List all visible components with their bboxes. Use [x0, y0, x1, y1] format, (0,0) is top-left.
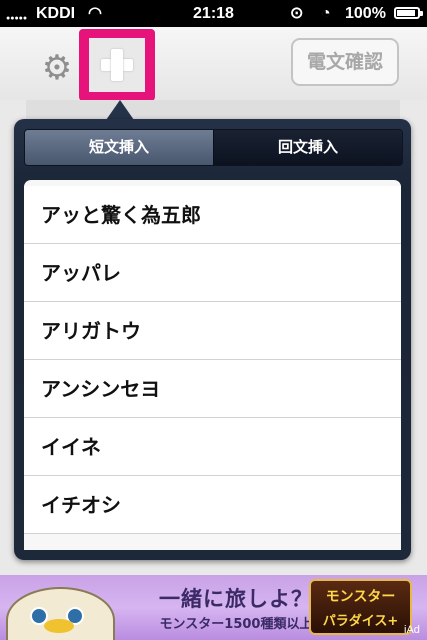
list-item[interactable]: イチオシ	[24, 476, 401, 534]
tab-short-text[interactable]: 短文挿入	[25, 130, 213, 165]
list-item[interactable]: アリガトウ	[24, 302, 401, 360]
list-item[interactable]: イイネ	[24, 418, 401, 476]
status-bar: ●●●●● KDDI ◠ 21:18 ⊙ ◔ 100%	[0, 0, 427, 27]
gear-icon[interactable]: ⚙	[40, 51, 74, 85]
plus-icon-vertical	[111, 49, 123, 81]
add-button-highlight[interactable]	[79, 29, 155, 101]
top-toolbar: ⚙ 電文確認	[0, 27, 427, 101]
phrase-list[interactable]: アッと驚く為五郎 アッパレ アリガトウ アンシンセヨ イイネ イチオシ	[24, 180, 401, 550]
add-button[interactable]	[89, 38, 145, 92]
logo-text-bottom: パラダイス+	[322, 614, 399, 629]
logo-text-top: モンスター	[325, 589, 396, 605]
mascot-image	[6, 587, 115, 640]
ad-headline: 一緒に旅しよ？	[159, 587, 313, 611]
list-item[interactable]: アンシンセヨ	[24, 360, 401, 418]
rotation-lock-icon: ⊙	[290, 5, 304, 22]
mascot-beak	[44, 619, 74, 633]
ad-banner[interactable]: 一緒に旅しよ？ モンスター1500種類以上 モンスター パラダイス+ iAd	[0, 575, 427, 640]
iad-badge: iAd	[404, 624, 420, 636]
battery-percent: 100%	[345, 5, 386, 22]
confirm-telegram-button[interactable]: 電文確認	[291, 38, 399, 86]
insert-mode-segmented-control: 短文挿入 回文挿入	[24, 129, 403, 166]
alarm-icon: ◔	[321, 5, 331, 22]
game-logo: モンスター パラダイス+	[309, 579, 412, 635]
battery-icon	[394, 7, 423, 19]
insert-popover: 短文挿入 回文挿入 アッと驚く為五郎 アッパレ アリガトウ アンシンセヨ イイネ…	[14, 119, 411, 560]
list-item[interactable]: アッと驚く為五郎	[24, 186, 401, 244]
tab-palindrome[interactable]: 回文挿入	[213, 130, 402, 165]
battery-fill	[397, 10, 415, 16]
content-background	[26, 100, 400, 120]
list-item[interactable]: アッパレ	[24, 244, 401, 302]
popover-arrow	[106, 100, 134, 120]
